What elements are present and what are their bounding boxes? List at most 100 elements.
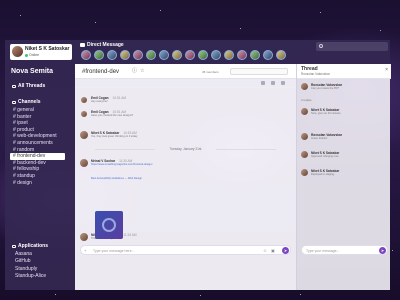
channels-label: Channels: [18, 99, 41, 105]
sidebar-item-standup[interactable]: # standup: [13, 173, 65, 180]
global-search-input[interactable]: [316, 42, 388, 51]
message-text: Great, thanks!: [311, 137, 328, 140]
applications-section-header[interactable]: Applications: [12, 243, 48, 249]
avatar: [81, 111, 87, 117]
user-status-text: Online: [29, 53, 40, 57]
message-composer[interactable]: + Type your message here... ☺ ▣ ➤: [80, 245, 291, 255]
message-text: Hey everyone!: [91, 100, 108, 103]
emoji-icon[interactable]: ☺: [263, 248, 268, 253]
dm-avatar[interactable]: [263, 50, 273, 60]
message-text: Deployed to staging.: [311, 173, 335, 176]
channels-section-header[interactable]: Channels: [12, 99, 41, 105]
gif-icon[interactable]: ▣: [271, 248, 276, 253]
channels-icon: [12, 100, 16, 104]
sidebar-item-fellowship[interactable]: # fellowship: [13, 166, 65, 173]
dm-avatar[interactable]: [185, 50, 195, 60]
send-icon[interactable]: ➤: [379, 247, 386, 254]
avatar: [12, 46, 23, 57]
sidebar-item-ipset[interactable]: # ipset: [13, 120, 65, 127]
message-text: Have you checked the new designs?: [91, 114, 134, 117]
message-text: Yes, they look great. Working on it toda…: [91, 135, 138, 138]
thread-subtitle: Roxsolan Vakovskar: [301, 72, 330, 76]
thread-composer-placeholder: Type your message...: [306, 249, 340, 253]
send-icon[interactable]: ➤: [282, 247, 289, 254]
sidebar: Niket S K Satoskar Online Nova Semita Al…: [5, 40, 75, 290]
dm-avatar[interactable]: [146, 50, 156, 60]
call-icon[interactable]: [261, 81, 265, 85]
dm-avatar[interactable]: [120, 50, 130, 60]
avatar: [301, 83, 308, 90]
star-icon[interactable]: ☆: [140, 69, 145, 74]
sidebar-item-random[interactable]: # random: [13, 147, 65, 154]
channel-toolbar: [75, 79, 296, 88]
all-threads-link[interactable]: All Threads: [12, 83, 45, 89]
composer-placeholder: Type your message here...: [93, 249, 135, 253]
channel-header: #frontend-dev ⓘ ☆ 45 members: [75, 64, 296, 79]
channel-search-input[interactable]: [230, 68, 288, 75]
application-list: Aasana GitHub Standuply Standup-Alice: [15, 251, 46, 281]
message-text: Can you review the PR?: [311, 87, 339, 90]
dm-avatar[interactable]: [198, 50, 208, 60]
applications-label: Applications: [18, 243, 49, 249]
avatar: [301, 169, 308, 176]
sidebar-item-announcements[interactable]: # announcements: [13, 140, 65, 147]
thread-header: Thread Roxsolan Vakovskar ×: [297, 64, 391, 79]
message-text: Approved. Merging now.: [311, 155, 339, 158]
dm-avatar[interactable]: [159, 50, 169, 60]
sidebar-item-github[interactable]: GitHub: [15, 258, 46, 265]
thread-composer[interactable]: Type your message... ➤: [301, 245, 388, 255]
user-status: Online: [25, 53, 39, 57]
info-icon[interactable]: ⓘ: [132, 69, 137, 74]
threads-icon: [12, 84, 16, 88]
message-icon: [80, 43, 85, 47]
sidebar-item-product[interactable]: # product: [13, 127, 65, 134]
workspace-name[interactable]: Nova Semita: [11, 68, 53, 75]
avatar: [301, 108, 308, 115]
date-divider: Tuesday, January 21st: [75, 147, 296, 151]
avatar: [301, 133, 308, 140]
avatar: [80, 159, 88, 167]
thread-panel: Thread Roxsolan Vakovskar × Roxsolan Vak…: [296, 64, 391, 290]
sidebar-item-design[interactable]: # design: [13, 180, 65, 187]
dm-avatar[interactable]: [276, 50, 286, 60]
direct-message-title: Direct Message: [80, 42, 124, 48]
sidebar-item-standuply[interactable]: Standuply: [15, 266, 46, 273]
user-card[interactable]: Niket S K Satoskar Online: [10, 44, 72, 60]
download-icon[interactable]: [271, 81, 275, 85]
all-threads-label: All Threads: [18, 83, 46, 89]
preview-logo-icon: [102, 218, 116, 232]
attach-icon[interactable]: +: [84, 248, 89, 253]
dm-avatar[interactable]: [133, 50, 143, 60]
link-preview-title[interactable]: Best Accessibility Guidelines — Web Desi…: [91, 177, 142, 180]
member-count[interactable]: 45 members: [202, 70, 219, 74]
dm-avatar[interactable]: [107, 50, 117, 60]
message-time: 11:34 AM: [123, 233, 137, 237]
link-preview-image[interactable]: [95, 211, 123, 239]
apps-icon: [12, 244, 16, 248]
avatar: [80, 233, 88, 241]
sidebar-item-standup-alice[interactable]: Standup-Alice: [15, 273, 46, 280]
replies-count: 4 replies: [301, 98, 312, 102]
chat-panel: #frontend-dev ⓘ ☆ 45 members Emil Cogan 1…: [75, 64, 296, 290]
message-time: 10:51 AM: [112, 96, 127, 100]
dm-avatar[interactable]: [172, 50, 182, 60]
dm-avatar[interactable]: [211, 50, 221, 60]
sidebar-item-general[interactable]: # general: [13, 107, 65, 114]
sidebar-item-backend-dev[interactable]: # backend-dev: [13, 160, 65, 167]
message-text: Sure, give me 10 minutes.: [311, 112, 342, 115]
channel-list: # general # banter # ipset # product # w…: [10, 107, 65, 187]
dm-avatar[interactable]: [237, 50, 247, 60]
sidebar-item-aasana[interactable]: Aasana: [15, 251, 46, 258]
sidebar-item-banter[interactable]: # banter: [13, 114, 65, 121]
dm-avatar[interactable]: [224, 50, 234, 60]
dm-avatar[interactable]: [94, 50, 104, 60]
close-icon[interactable]: ×: [385, 67, 388, 73]
sidebar-item-frontend-dev[interactable]: # frontend-dev: [10, 153, 65, 160]
sidebar-item-web-development[interactable]: # web-development: [13, 133, 65, 140]
more-icon[interactable]: [281, 81, 285, 85]
message-link[interactable]: https://www.smashingmagazine.com/fronten…: [91, 163, 152, 166]
user-name: Niket S K Satoskar: [25, 46, 70, 52]
dm-avatar[interactable]: [81, 50, 91, 60]
dm-avatar[interactable]: [250, 50, 260, 60]
avatar: [301, 151, 308, 158]
